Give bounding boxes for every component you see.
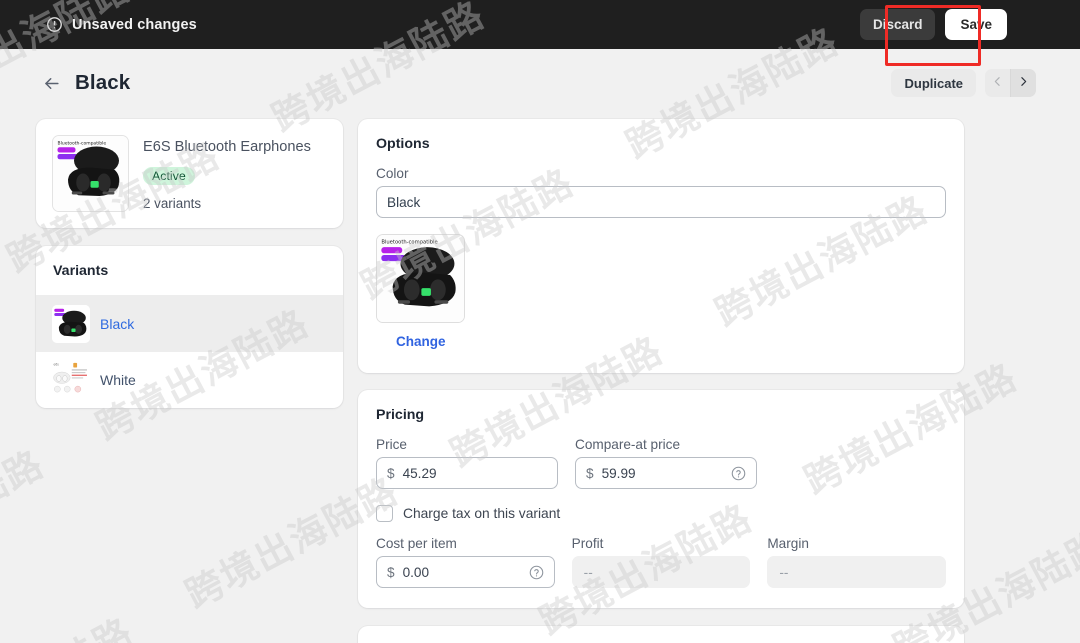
profit-field: Profit -- [571, 536, 751, 588]
variant-row-black[interactable]: Black [36, 296, 343, 352]
compare-currency-symbol: $ [586, 465, 594, 481]
discard-button[interactable]: Discard [859, 9, 936, 40]
color-input[interactable] [376, 186, 946, 218]
pricing-card: Pricing Price $ 45.29 Compare-at price $… [358, 390, 964, 608]
chevron-right-icon [1017, 75, 1030, 91]
status-badge: Active [143, 166, 195, 185]
color-field-label: Color [376, 166, 409, 181]
earbuds-white-icon: e6s [52, 361, 90, 399]
question-circle-icon[interactable] [529, 565, 544, 580]
profit-label: Profit [571, 536, 604, 551]
arrow-left-icon[interactable] [42, 74, 61, 93]
option-image-thumbnail[interactable]: Bluetooth-compatible [376, 234, 465, 323]
variant-row-white[interactable]: e6s White [36, 352, 343, 408]
unsaved-changes-status: Unsaved changes [46, 16, 197, 33]
price-row: Price $ 45.29 Compare-at price $ 59.99 [376, 437, 946, 489]
charge-tax-checkbox[interactable] [376, 505, 393, 522]
app-root: Unsaved changes Discard Save Black Dupli… [0, 0, 1080, 643]
cost-per-item-label: Cost per item [376, 536, 457, 551]
compare-at-price-value: 59.99 [601, 465, 636, 481]
margin-field: Margin -- [767, 536, 947, 588]
price-input[interactable]: $ 45.29 [376, 457, 558, 489]
alert-circle-icon [46, 16, 63, 33]
price-currency-symbol: $ [387, 465, 395, 481]
page-header: Black Duplicate [0, 49, 1080, 117]
chevron-left-icon [991, 75, 1004, 91]
svg-text:Bluetooth-compatible: Bluetooth-compatible [381, 240, 437, 246]
options-card-title: Options [376, 136, 430, 152]
duplicate-button[interactable]: Duplicate [891, 69, 976, 97]
profit-value: -- [571, 556, 751, 588]
cost-profit-margin-row: Cost per item $ 0.00 Profit -- Margin -- [376, 536, 947, 588]
right-column: Options Color Bluetooth-compatible [358, 119, 964, 643]
inventory-card: Inventory [358, 626, 964, 643]
left-column: Bluetooth-compatible E6S Bluetooth Earph… [36, 119, 343, 408]
variant-thumbnail-white: e6s [52, 361, 90, 399]
svg-text:e6s: e6s [54, 363, 60, 367]
margin-label: Margin [767, 536, 809, 551]
variant-count-label: 2 variants [143, 195, 202, 211]
charge-tax-row[interactable]: Charge tax on this variant [376, 505, 946, 522]
cost-currency-symbol: $ [387, 564, 395, 580]
earbuds-black-option-image: Bluetooth-compatible [377, 235, 464, 322]
next-variant-button[interactable] [1011, 69, 1036, 97]
variants-card: Variants Black e6s White [36, 246, 343, 408]
question-circle-icon[interactable] [731, 466, 746, 481]
price-label: Price [376, 437, 407, 452]
price-field: Price $ 45.29 [376, 437, 558, 489]
unsaved-changes-bar: Unsaved changes Discard Save [0, 0, 1080, 49]
watermark-text: 跨境出海陆路 [0, 442, 52, 590]
cost-per-item-field: Cost per item $ 0.00 [376, 536, 555, 588]
compare-at-price-label: Compare-at price [575, 437, 681, 452]
options-card: Options Color Bluetooth-compatible [358, 119, 964, 373]
pricing-card-title: Pricing [376, 407, 425, 423]
variant-label-white: White [100, 372, 136, 388]
product-name: E6S Bluetooth Earphones [143, 139, 311, 155]
svg-text:Bluetooth-compatible: Bluetooth-compatible [58, 140, 107, 146]
topbar-actions: Discard Save [859, 9, 1007, 40]
earbuds-black-image: Bluetooth-compatible [53, 136, 128, 211]
page-header-left: Black [42, 71, 130, 95]
compare-at-price-input[interactable]: $ 59.99 [575, 457, 757, 489]
earbuds-black-icon [52, 304, 90, 343]
cost-per-item-input[interactable]: $ 0.00 [376, 556, 555, 588]
product-thumbnail[interactable]: Bluetooth-compatible [52, 135, 129, 212]
cost-per-item-value: 0.00 [402, 564, 430, 580]
variant-label-black: Black [100, 315, 135, 332]
variant-thumbnail-black [52, 304, 90, 343]
watermark-text: 跨境出海陆路 [0, 571, 263, 643]
page-title: Black [75, 71, 131, 94]
unsaved-changes-label: Unsaved changes [72, 16, 197, 33]
page-header-actions: Duplicate [891, 69, 1036, 97]
variants-card-title: Variants [36, 246, 343, 296]
previous-variant-button[interactable] [985, 69, 1010, 97]
price-value: 45.29 [402, 465, 437, 481]
charge-tax-label[interactable]: Charge tax on this variant [403, 506, 560, 521]
product-meta: E6S Bluetooth Earphones Active 2 variant… [143, 135, 311, 211]
save-button[interactable]: Save [945, 9, 1007, 40]
variant-pager [985, 69, 1036, 97]
margin-value: -- [767, 556, 947, 588]
compare-at-price-field: Compare-at price $ 59.99 [575, 437, 757, 489]
change-image-link[interactable]: Change [396, 334, 446, 349]
product-summary-card: Bluetooth-compatible E6S Bluetooth Earph… [36, 119, 343, 228]
